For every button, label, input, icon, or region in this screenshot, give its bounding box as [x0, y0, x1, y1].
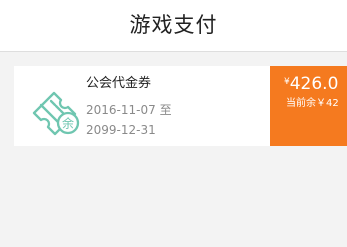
validity-separator: 至: [159, 103, 172, 117]
voucher-amount: ¥426.0: [284, 74, 338, 94]
balance-label: 当前余￥42: [286, 98, 339, 109]
voucher-amount-panel: ¥426.0 当前余￥42: [270, 66, 347, 146]
balance-badge-text: 余: [62, 116, 74, 131]
voucher-name: 公会代金券: [86, 76, 152, 91]
page-title: 游戏支付: [129, 13, 218, 37]
ticket-balance-icon: 余: [32, 91, 80, 136]
validity-start-date: 2016-11-07: [86, 103, 156, 117]
validity-end-date: 2099-12-31: [86, 123, 156, 137]
voucher-card[interactable]: 余 公会代金券 2016-11-07 至 2099-12-31 ¥426.0 当…: [14, 66, 347, 146]
voucher-validity: 2016-11-07 至 2099-12-31: [86, 100, 192, 140]
currency-symbol: ¥: [284, 77, 290, 87]
app-header: 游戏支付: [0, 0, 347, 52]
amount-value: 426.0: [289, 74, 339, 94]
